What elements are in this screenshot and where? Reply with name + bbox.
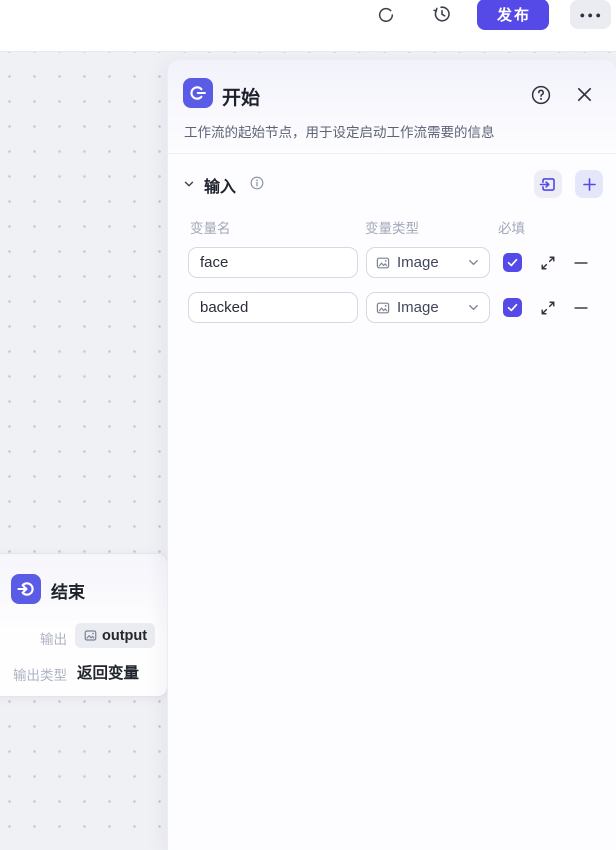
expand-icon[interactable] [537, 297, 558, 318]
output-type-label: 输出类型 [13, 668, 67, 683]
chevron-down-icon[interactable] [182, 177, 196, 191]
workflow-editor: 结束 输出 output 输出类型 返回变量 开始 工作流的起始节点，用于设定启… [0, 0, 616, 850]
chevron-down-icon [466, 300, 481, 315]
info-icon[interactable] [249, 175, 265, 191]
panel-description: 工作流的起始节点，用于设定启动工作流需要的信息 [184, 125, 495, 140]
required-checkbox[interactable] [503, 298, 522, 317]
publish-button[interactable]: 发布 [477, 0, 549, 30]
add-variable-button[interactable] [575, 170, 603, 198]
close-icon[interactable] [571, 81, 597, 107]
variable-row: Image [168, 247, 616, 278]
required-checkbox[interactable] [503, 253, 522, 272]
image-icon [84, 630, 97, 641]
variable-type-select[interactable]: Image [366, 292, 490, 323]
import-variables-button[interactable] [534, 170, 562, 198]
end-node-title: 结束 [51, 583, 85, 602]
remove-variable-icon[interactable] [570, 297, 591, 318]
output-value: output [102, 627, 148, 644]
output-value-chip: output [75, 623, 156, 648]
variable-type-value: Image [397, 299, 439, 316]
start-node-icon [183, 78, 213, 108]
variable-row: Image [168, 292, 616, 323]
remove-variable-icon[interactable] [570, 252, 591, 273]
image-icon [376, 302, 390, 313]
refresh-icon[interactable] [373, 2, 399, 28]
end-node-icon [11, 574, 41, 604]
input-section-label: 输入 [204, 179, 237, 196]
variable-name-input[interactable] [188, 292, 358, 323]
expand-icon[interactable] [537, 252, 558, 273]
variable-name-input[interactable] [188, 247, 358, 278]
panel-title: 开始 [222, 88, 261, 109]
variable-type-select[interactable]: Image [366, 247, 490, 278]
output-label: 输出 [40, 632, 67, 647]
end-node-card[interactable]: 结束 输出 output 输出类型 返回变量 [0, 553, 168, 697]
start-node-panel: 开始 工作流的起始节点，用于设定启动工作流需要的信息 输入 变量名 变量类型 必… [168, 60, 616, 850]
help-icon[interactable] [528, 82, 553, 107]
column-header-name: 变量名 [190, 221, 231, 236]
variable-type-value: Image [397, 254, 439, 271]
top-toolbar: 发布 ●●● [0, 0, 616, 52]
more-button[interactable]: ●●● [570, 0, 611, 29]
image-icon [376, 257, 390, 268]
column-header-type: 变量类型 [365, 221, 419, 236]
output-type-value: 返回变量 [77, 665, 140, 682]
chevron-down-icon [466, 255, 481, 270]
history-icon[interactable] [429, 1, 455, 27]
column-header-required: 必填 [498, 221, 525, 236]
